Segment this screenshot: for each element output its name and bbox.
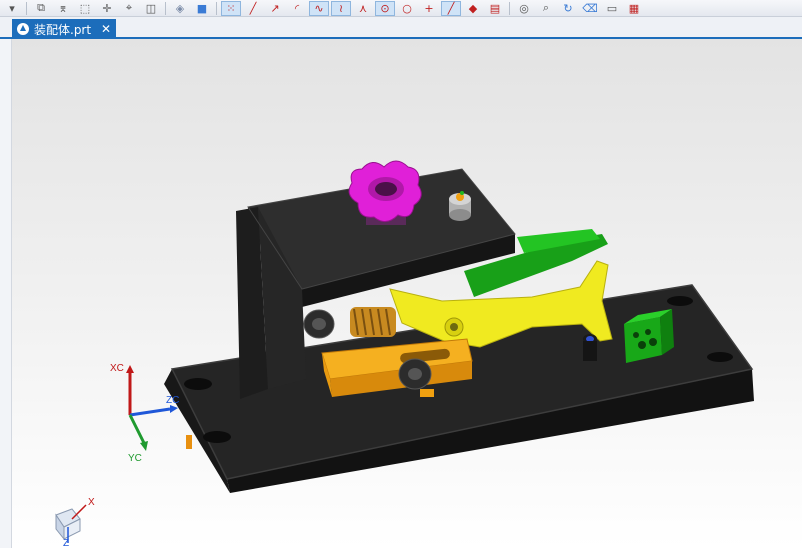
snap-icon[interactable]: ⌖ [119,1,139,16]
line-icon[interactable]: ╱ [243,1,263,16]
tab-title: 装配体.prt [34,22,92,37]
solid-icon[interactable]: ■ [192,1,212,16]
filter-icon[interactable]: ⌆ [53,1,73,16]
zc-axis [129,407,171,417]
yc-axis [128,414,146,444]
main-toolbar: ▾ ⧉ ⌆ ⬚ ✛ ⌖ ◫ ◈ ■ ⁙ ╱ ↗ ◜ ∿ ≀ ⋏ ⊙ ○ + ╱ … [0,0,802,17]
curve-icon[interactable]: ≀ [331,0,351,16]
toolbar-separator [26,1,27,15]
zc-arrow-icon [170,405,178,413]
toolbar-separator [509,1,510,15]
graphics-viewport[interactable]: XC ZC YC X Z [12,39,802,548]
tab-assembly-prt[interactable]: 装配体.prt ✕ [12,19,116,39]
orange-pin [186,435,192,449]
fork-icon[interactable]: ⋏ [353,1,373,16]
assembly-model[interactable]: XC ZC YC X Z [12,39,802,548]
dropdown-icon[interactable]: ▾ [2,1,22,16]
mini-z-label: Z [63,538,69,548]
mini-x-label: X [88,497,95,508]
tab-bar: 装配体.prt ✕ [0,17,802,39]
center-icon[interactable]: ⊙ [375,0,395,16]
point-icon[interactable]: ✛ [97,1,117,16]
yc-label: YC [128,453,142,464]
copy-icon[interactable]: ⧉ [31,1,51,16]
left-resource-strip [0,39,12,548]
toolbar-separator [216,1,217,15]
arc-icon[interactable]: ◜ [287,1,307,16]
xc-arrow-icon [126,365,134,373]
select-icon[interactable]: ⬚ [75,1,95,16]
view-triad[interactable]: X Z [55,497,95,548]
zc-label: ZC [166,395,179,406]
grid-snap-icon[interactable]: ⁙ [221,0,241,16]
shade-icon[interactable]: ◈ [170,1,190,16]
spline-icon[interactable]: ∿ [309,0,329,16]
fill-icon[interactable]: ◆ [463,1,483,16]
base-pin [583,334,597,361]
stack-icon[interactable]: ▤ [485,1,505,16]
bracket-bolt [449,191,471,221]
yc-arrow-icon [140,441,148,451]
xc-label: XC [110,363,124,374]
left-bolt [303,309,335,339]
circle-icon[interactable]: ○ [397,1,417,16]
display-icon[interactable]: ▭ [602,1,622,16]
part-file-icon [17,23,29,35]
magnify-icon[interactable]: ⌕ [536,1,556,16]
refresh-icon[interactable]: ↻ [558,1,578,16]
close-icon[interactable]: ✕ [101,22,111,36]
box-select-icon[interactable]: ◫ [141,1,161,16]
cross-icon[interactable]: + [419,1,439,16]
spring [350,307,396,337]
arrow-icon[interactable]: ↗ [265,1,285,16]
view-icon[interactable]: ◎ [514,1,534,16]
color-icon[interactable]: ▦ [624,1,644,16]
eraser-icon[interactable]: ⌫ [580,1,600,16]
diag-icon[interactable]: ╱ [441,0,461,16]
toolbar-separator [165,1,166,15]
